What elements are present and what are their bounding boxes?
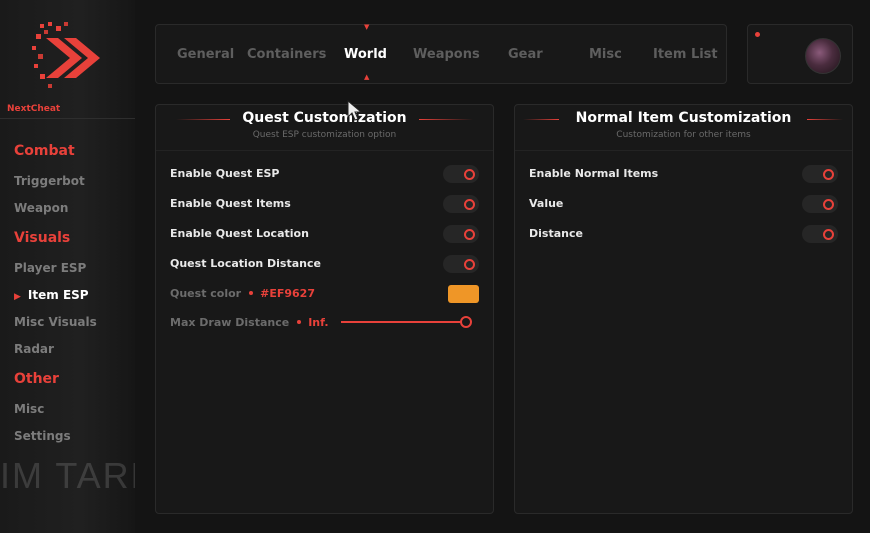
tab-misc[interactable]: Misc bbox=[589, 47, 622, 62]
mouse-cursor-icon bbox=[347, 100, 363, 121]
panel-header: Normal Item Customization Customization … bbox=[515, 105, 852, 151]
nextcheat-logo-icon bbox=[32, 22, 100, 88]
enable-normal-items-toggle[interactable] bbox=[802, 165, 838, 183]
toggle-knob bbox=[464, 199, 475, 210]
panel-title: Quest Customization bbox=[242, 110, 407, 126]
toggle-knob bbox=[823, 199, 834, 210]
nav-item-settings[interactable]: Settings bbox=[14, 429, 71, 443]
tab-item-list[interactable]: Item List bbox=[653, 47, 718, 62]
quest-customization-panel: Quest Customization Quest ESP customizat… bbox=[155, 104, 494, 514]
divider bbox=[0, 118, 135, 119]
nav-section-other: Other bbox=[14, 371, 59, 387]
nav-item-triggerbot[interactable]: Triggerbot bbox=[14, 174, 85, 188]
enable-quest-items-toggle[interactable] bbox=[443, 195, 479, 213]
panel-header: Quest Customization Quest ESP customizat… bbox=[156, 105, 493, 151]
brand-name: NextCheat bbox=[7, 104, 61, 114]
status-dot bbox=[755, 32, 760, 37]
quest-color-label: Quest color bbox=[170, 287, 242, 300]
nav-item-weapon[interactable]: Weapon bbox=[14, 201, 68, 215]
toggle-label: Enable Quest Location bbox=[170, 227, 309, 240]
value-toggle[interactable] bbox=[802, 195, 838, 213]
nav-item-radar[interactable]: Radar bbox=[14, 342, 54, 356]
quest-color-swatch[interactable] bbox=[448, 285, 479, 303]
enable-quest-esp-toggle[interactable] bbox=[443, 165, 479, 183]
tab-containers[interactable]: Containers bbox=[247, 47, 326, 62]
sidebar: IM TARK NextCheat Combat Triggerbot Weap… bbox=[0, 0, 136, 533]
bullet-icon bbox=[297, 320, 302, 324]
tab-bar: General Containers World Weapons Gear Mi… bbox=[155, 23, 727, 84]
nav-item-player-esp[interactable]: Player ESP bbox=[14, 261, 86, 275]
toggle-label: Quest Location Distance bbox=[170, 257, 321, 270]
toggle-label: Distance bbox=[529, 227, 583, 240]
enable-quest-location-toggle[interactable] bbox=[443, 225, 479, 243]
toggle-knob bbox=[823, 229, 834, 240]
toggle-knob bbox=[464, 229, 475, 240]
nav-section-combat: Combat bbox=[14, 143, 75, 159]
toggle-knob bbox=[464, 259, 475, 270]
bullet-icon bbox=[249, 291, 254, 295]
max-draw-slider-handle[interactable] bbox=[460, 316, 472, 328]
quest-color-row: Quest color #EF9627 bbox=[170, 287, 315, 300]
max-draw-slider-track[interactable] bbox=[341, 321, 462, 323]
tab-gear[interactable]: Gear bbox=[508, 47, 543, 62]
tab-top-marker-icon: ▼ bbox=[364, 23, 370, 31]
tab-world[interactable]: World bbox=[344, 47, 387, 62]
toggle-label: Enable Normal Items bbox=[529, 167, 659, 180]
quest-color-value: #EF9627 bbox=[260, 287, 315, 300]
nav-item-misc-visuals[interactable]: Misc Visuals bbox=[14, 315, 97, 329]
panel-title: Normal Item Customization bbox=[575, 110, 792, 126]
toggle-label: Value bbox=[529, 197, 564, 210]
nav-item-label: Item ESP bbox=[27, 288, 89, 302]
nav-item-misc[interactable]: Misc bbox=[14, 402, 44, 416]
nav-item-item-esp[interactable]: ▶ Item ESP bbox=[14, 288, 89, 302]
panel-subtitle: Quest ESP customization option bbox=[252, 130, 397, 140]
tab-general[interactable]: General bbox=[177, 47, 234, 62]
nav-section-visuals: Visuals bbox=[14, 230, 71, 246]
max-draw-row: Max Draw Distance Inf. bbox=[170, 316, 329, 329]
avatar[interactable] bbox=[805, 38, 841, 74]
profile-box[interactable] bbox=[747, 24, 853, 84]
tab-weapons[interactable]: Weapons bbox=[413, 47, 480, 62]
normal-item-customization-panel: Normal Item Customization Customization … bbox=[514, 104, 853, 514]
tab-bottom-marker-icon: ▲ bbox=[364, 73, 370, 81]
toggle-knob bbox=[464, 169, 475, 180]
panel-subtitle: Customization for other items bbox=[616, 130, 751, 140]
background-text: IM TARK bbox=[0, 455, 135, 496]
quest-location-distance-toggle[interactable] bbox=[443, 255, 479, 273]
max-draw-value: Inf. bbox=[308, 316, 329, 329]
active-arrow-icon: ▶ bbox=[14, 292, 21, 302]
max-draw-label: Max Draw Distance bbox=[170, 316, 290, 329]
toggle-label: Enable Quest Items bbox=[170, 197, 291, 210]
toggle-label: Enable Quest ESP bbox=[170, 167, 280, 180]
distance-toggle[interactable] bbox=[802, 225, 838, 243]
toggle-knob bbox=[823, 169, 834, 180]
